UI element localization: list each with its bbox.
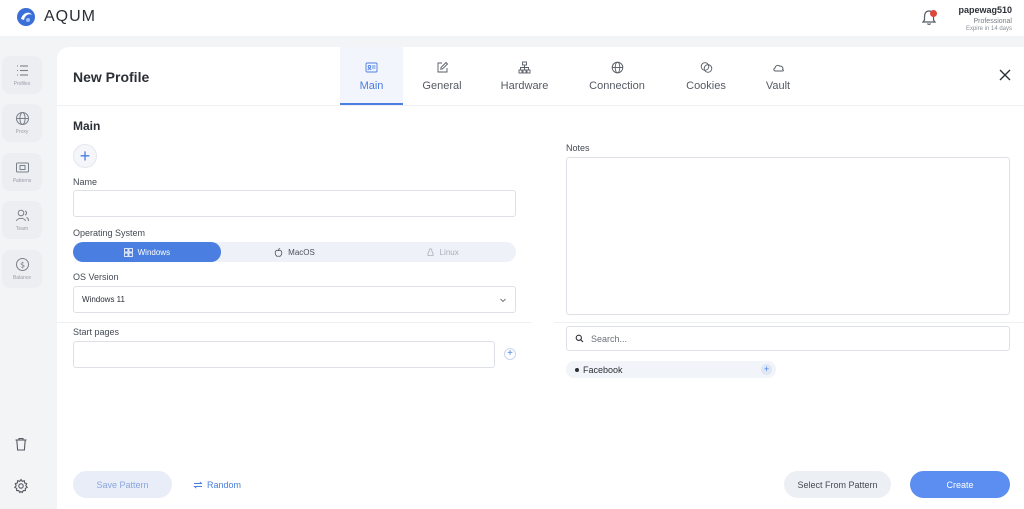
os-label: Operating System (73, 228, 146, 238)
add-tag-button[interactable]: + (761, 364, 772, 375)
sidebar: Profiles Proxy Patterns Team $ Balance (0, 36, 44, 509)
add-start-page-button[interactable]: + (504, 348, 516, 360)
os-option-label: Linux (439, 247, 459, 257)
section-divider (554, 322, 1024, 323)
globe-icon (15, 112, 29, 125)
new-profile-dialog: New Profile Main General Hardware Connec… (57, 47, 1024, 509)
top-bar: AQUM papewag510 Professional Expire in 1… (0, 0, 1024, 36)
tab-cookies[interactable]: Cookies (666, 47, 746, 105)
sidebar-item-label: Profiles (13, 81, 31, 87)
tab-label: General (422, 79, 462, 92)
name-label: Name (73, 177, 98, 187)
os-option-label: MacOS (288, 247, 315, 257)
gear-icon[interactable] (13, 478, 29, 494)
app-logo[interactable]: AQUM (16, 7, 96, 27)
user-menu[interactable]: papewag510 Professional Expire in 14 day… (958, 5, 1012, 32)
start-page-input[interactable] (73, 341, 495, 368)
hardware-icon (518, 61, 531, 73)
team-icon (15, 209, 29, 222)
tag-chip[interactable]: Facebook + (566, 361, 776, 378)
list-icon (16, 65, 28, 76)
os-option-linux: Linux (368, 242, 516, 262)
swap-icon (193, 480, 203, 489)
cloud-icon (772, 64, 784, 71)
sidebar-item-team[interactable]: Team (2, 201, 42, 239)
create-button[interactable]: Create (910, 471, 1010, 498)
tag-dot (575, 367, 579, 372)
tab-label: Cookies (686, 79, 726, 92)
sidebar-item-proxy[interactable]: Proxy (2, 104, 42, 142)
sidebar-item-label: Team (15, 226, 29, 232)
tab-label: Hardware (500, 79, 549, 92)
windows-icon (123, 247, 133, 257)
section-title: Main (73, 119, 101, 133)
random-label: Random (206, 479, 242, 490)
svg-text:$: $ (19, 261, 24, 270)
aqum-logo-icon (17, 8, 35, 26)
user-expiry: Expire in 14 days (965, 26, 1012, 32)
tab-vault[interactable]: Vault (746, 47, 810, 105)
dollar-icon: $ (15, 258, 29, 271)
os-version-label: OS Version (73, 272, 119, 282)
sidebar-item-profiles[interactable]: Profiles (2, 56, 42, 94)
id-card-icon (365, 62, 378, 72)
sidebar-item-balance[interactable]: $ Balance (2, 250, 42, 288)
notes-label: Notes (566, 143, 590, 153)
edit-icon (437, 61, 448, 72)
user-plan: Professional (973, 18, 1012, 25)
save-pattern-button[interactable]: Save Pattern (73, 471, 172, 498)
chevron-down-icon (500, 298, 506, 302)
tab-main[interactable]: Main (340, 47, 403, 105)
sidebar-item-label: Balance (12, 275, 32, 281)
os-version-value: Windows 11 (82, 295, 125, 304)
linux-icon (427, 247, 434, 256)
tab-label: Main (359, 79, 384, 92)
user-name: papewag510 (958, 5, 1012, 15)
header-divider (57, 105, 1024, 106)
section-divider (57, 322, 532, 323)
trash-icon[interactable] (13, 436, 29, 452)
sidebar-item-patterns[interactable]: Patterns (2, 153, 42, 191)
random-button[interactable]: Random (187, 471, 247, 498)
search-input[interactable] (591, 333, 991, 344)
notes-textarea[interactable] (566, 157, 1010, 315)
tab-label: Vault (765, 79, 791, 92)
tag-label: Facebook (583, 364, 623, 375)
search-icon (575, 334, 584, 343)
name-input[interactable] (73, 190, 516, 217)
start-pages-label: Start pages (73, 327, 120, 337)
os-selector: Windows MacOS Linux (73, 242, 516, 262)
os-version-select[interactable]: Windows 11 (73, 286, 516, 313)
os-option-windows[interactable]: Windows (73, 242, 221, 262)
os-option-label: Windows (137, 247, 171, 257)
sidebar-item-label: Patterns (12, 178, 32, 184)
add-avatar-button[interactable]: + (73, 144, 97, 168)
notification-badge (930, 10, 937, 17)
tab-label: Connection (589, 79, 645, 92)
select-from-pattern-button[interactable]: Select From Pattern (784, 471, 891, 498)
sidebar-item-label: Proxy (15, 129, 29, 135)
tab-general[interactable]: General (403, 47, 481, 105)
pattern-icon (15, 162, 29, 173)
tab-hardware[interactable]: Hardware (481, 47, 568, 105)
dialog-title: New Profile (73, 69, 150, 85)
close-icon[interactable] (999, 69, 1011, 81)
app-name: AQUM (44, 8, 96, 25)
tag-search (566, 326, 1010, 351)
os-option-macos[interactable]: MacOS (221, 242, 369, 262)
apple-icon (274, 247, 283, 257)
plus-icon: + (79, 146, 91, 166)
tab-connection[interactable]: Connection (568, 47, 666, 105)
globe-icon (611, 61, 623, 73)
tab-bar: Main General Hardware Connection Cookies (340, 47, 810, 105)
cookies-icon (700, 61, 712, 73)
